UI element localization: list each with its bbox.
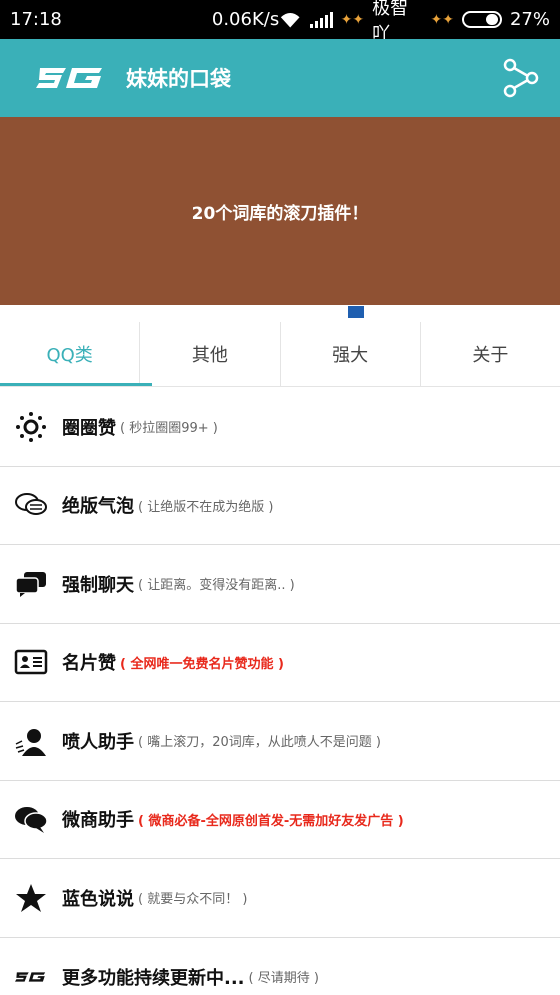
item-title: 微商助手 <box>62 810 134 832</box>
sun-icon <box>14 410 48 444</box>
tab-bar: QQ类 其他 强大 关于 <box>0 322 560 387</box>
item-title: 强制聊天 <box>62 574 134 596</box>
banner[interactable]: 20个词库的滚刀插件！ <box>0 117 560 305</box>
item-title: 绝版气泡 <box>62 496 134 518</box>
banner-text: 20个词库的滚刀插件！ <box>191 203 369 224</box>
item-desc: ( 秒拉圈圈99+ ) <box>120 421 218 437</box>
item-desc: ( 让绝版不在成为绝版 ) <box>138 499 274 515</box>
app-bar: 妹妹的口袋 <box>0 39 560 117</box>
list-item-card-like[interactable]: 名片赞 ( 全网唯一免费名片赞功能 ) <box>0 624 560 702</box>
sg-logo-icon <box>14 960 48 994</box>
item-title: 喷人助手 <box>62 731 134 753</box>
tab-about[interactable]: 关于 <box>421 322 560 386</box>
list-item-more-features[interactable]: 更多功能持续更新中... ( 尽请期待 ) <box>0 938 560 995</box>
item-desc: ( 尽请期待 ) <box>248 971 319 987</box>
wifi-icon <box>281 12 300 27</box>
item-title: 圈圈赞 <box>62 417 116 439</box>
item-desc: ( 全网唯一免费名片赞功能 ) <box>120 656 284 672</box>
status-bar: 17:18 0.06K/s ✦✦ 极智吖 ✦✦ 27% <box>0 0 560 45</box>
banner-page-indicator <box>348 306 364 318</box>
share-icon[interactable] <box>500 57 542 99</box>
network-speed: 0.06K/s <box>211 9 280 30</box>
list-item-force-chat[interactable]: 强制聊天 ( 让距离。变得没有距离.. ) <box>0 545 560 624</box>
business-card-icon <box>14 645 48 679</box>
status-time: 17:18 <box>10 9 62 30</box>
battery-icon <box>461 11 502 28</box>
list-item-bubble[interactable]: 绝版气泡 ( 让绝版不在成为绝版 ) <box>0 467 560 545</box>
item-desc: ( 微商必备-全网原创首发-无需加好友发广告 ) <box>138 813 404 829</box>
tab-powerful[interactable]: 强大 <box>281 322 421 386</box>
item-desc: ( 让距离。变得没有距离.. ) <box>138 578 295 594</box>
list-item-blue-status[interactable]: 蓝色说说 ( 就要与众不同！ ) <box>0 859 560 938</box>
item-desc: ( 就要与众不同！ ) <box>138 892 248 908</box>
list-item-wechat-business[interactable]: 微商助手 ( 微商必备-全网原创首发-无需加好友发广告 ) <box>0 781 560 859</box>
active-tab-indicator <box>0 383 152 386</box>
battery-percent: 27% <box>509 9 550 30</box>
feature-list: 圈圈赞 ( 秒拉圈圈99+ ) 绝版气泡 ( 让绝版不在成为绝版 ) 强制聊天 … <box>0 388 560 995</box>
chat-bubbles-icon <box>14 802 48 836</box>
item-title: 名片赞 <box>62 653 116 675</box>
chat-bubbles-outline-icon <box>14 488 48 522</box>
star-icon <box>14 881 48 915</box>
tab-qq[interactable]: QQ类 <box>0 322 141 386</box>
list-item-roast-helper[interactable]: 喷人助手 ( 嘴上滚刀，20词库，从此喷人不是问题 ) <box>0 702 560 781</box>
chat-bubbles-solid-icon <box>14 567 48 601</box>
item-title: 更多功能持续更新中... <box>62 967 245 989</box>
item-title: 蓝色说说 <box>62 888 134 910</box>
app-title: 妹妹的口袋 <box>126 67 231 91</box>
list-item-circle-like[interactable]: 圈圈赞 ( 秒拉圈圈99+ ) <box>0 388 560 467</box>
signal-icon <box>309 11 333 28</box>
shooting-star-icon: ✦✦ <box>340 11 365 28</box>
tab-other[interactable]: 其他 <box>140 322 281 386</box>
person-speaking-icon <box>14 724 48 758</box>
sg-logo <box>36 68 102 88</box>
item-desc: ( 嘴上滚刀，20词库，从此喷人不是问题 ) <box>138 735 381 751</box>
shooting-star-icon-2: ✦✦ <box>430 11 454 28</box>
